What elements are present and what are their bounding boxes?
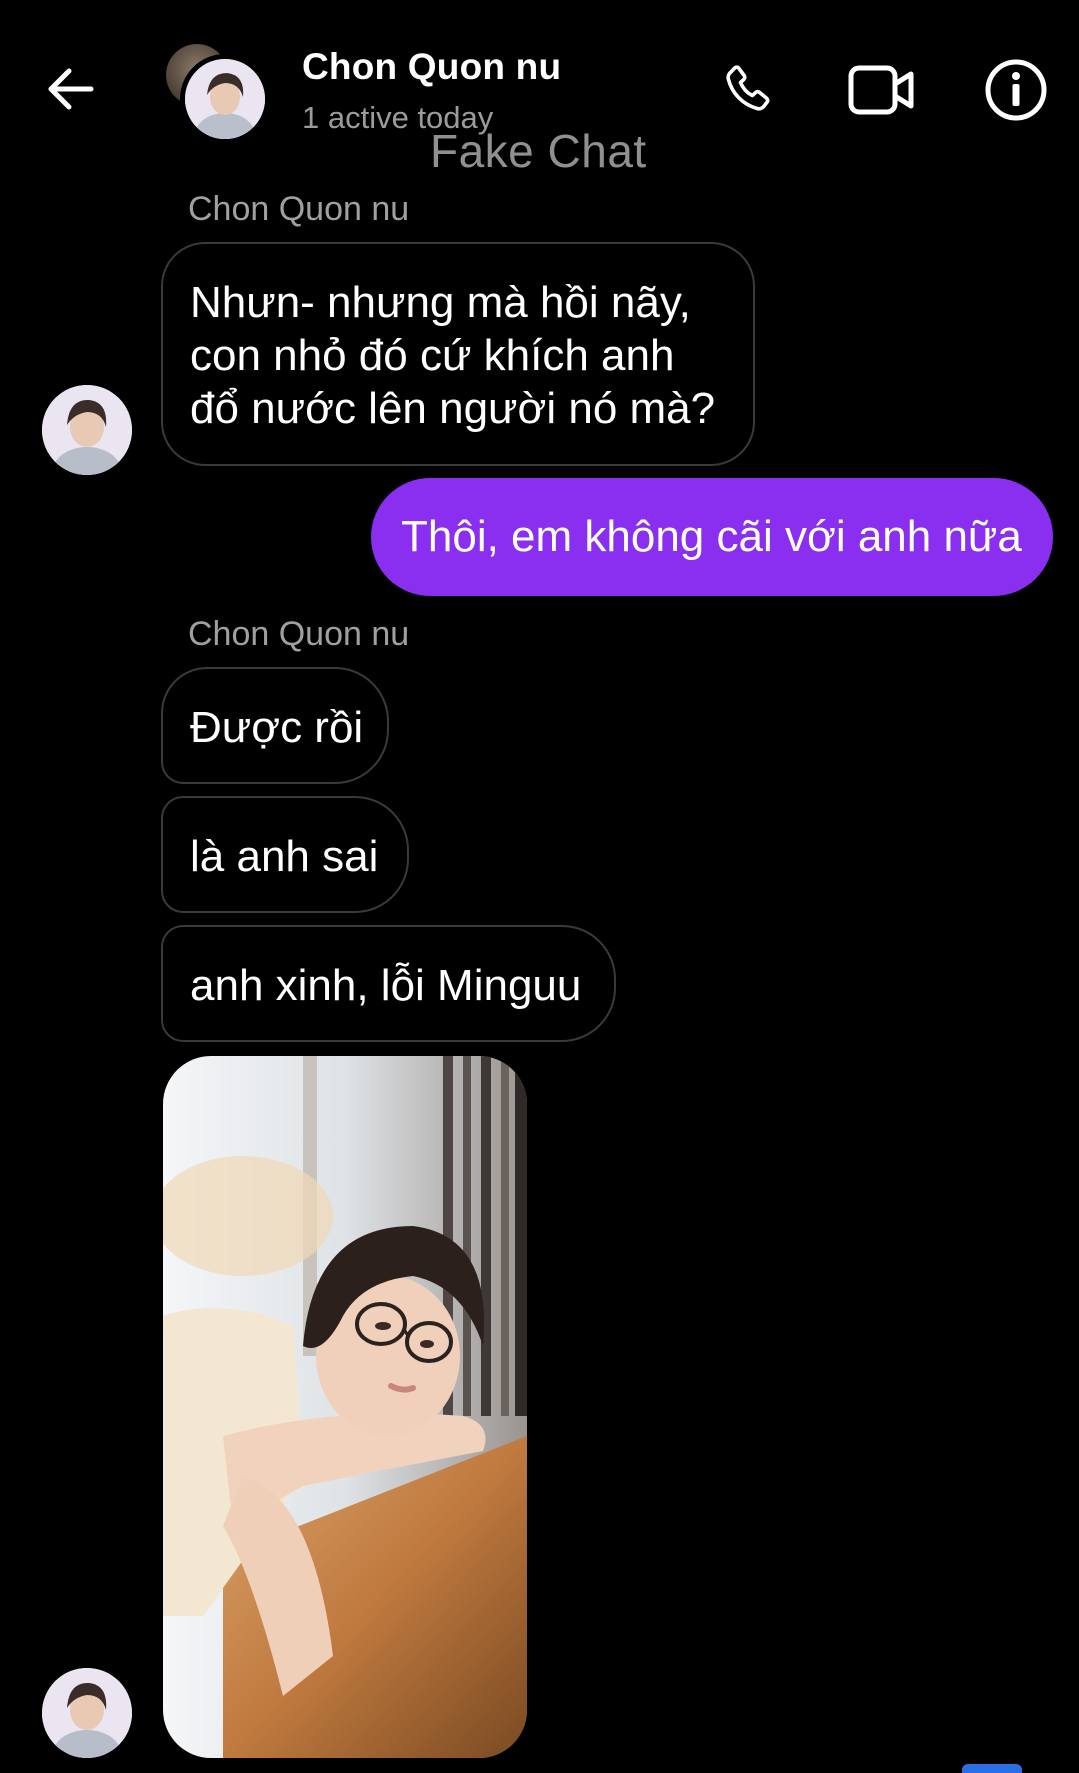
avatar-photo: [185, 59, 265, 139]
chat-header: Chon Quon nu 1 active today Fake Chat: [0, 0, 1079, 180]
avatar-photo: [42, 1668, 132, 1758]
sender-name-label: Chon Quon nu: [188, 190, 410, 228]
back-arrow-icon: [48, 68, 94, 110]
video-camera-icon: [848, 65, 914, 115]
message-text-line: con nhỏ đó cứ khích anh: [190, 331, 675, 380]
phone-icon: [726, 65, 770, 111]
outgoing-message-bubble[interactable]: Thôi, em không cãi với anh nữa: [371, 478, 1053, 596]
image-message[interactable]: [163, 1056, 527, 1758]
primary-avatar: [180, 54, 270, 144]
sender-avatar[interactable]: [42, 1668, 132, 1758]
back-button[interactable]: [40, 58, 102, 120]
incoming-message-bubble[interactable]: là anh sai: [161, 796, 409, 913]
attached-photo: [163, 1056, 527, 1758]
sender-name-label: Chon Quon nu: [188, 615, 410, 653]
info-icon: [985, 59, 1047, 121]
message-text: Được rồi: [190, 703, 364, 752]
info-button[interactable]: [980, 54, 1052, 126]
message-text-line: Nhưn- nhưng mà hồi nãy,: [190, 278, 691, 327]
incoming-message-bubble[interactable]: anh xinh, lỗi Minguu: [161, 925, 616, 1042]
watermark-text: Fake Chat: [430, 125, 647, 177]
voice-call-button[interactable]: [712, 54, 784, 126]
incoming-message-bubble[interactable]: Được rồi: [161, 667, 389, 784]
avatar-photo: [42, 385, 132, 475]
message-text: là anh sai: [190, 832, 379, 881]
message-text: anh xinh, lỗi Minguu: [190, 961, 582, 1010]
incoming-message-bubble[interactable]: Nhưn- nhưng mà hồi nãy, con nhỏ đó cứ kh…: [161, 242, 755, 466]
contact-name[interactable]: Chon Quon nu: [302, 46, 561, 88]
message-text: Thôi, em không cãi với anh nữa: [401, 512, 1022, 561]
contact-avatar[interactable]: [162, 40, 270, 144]
video-call-button[interactable]: [846, 54, 918, 126]
sender-avatar[interactable]: [42, 385, 132, 475]
scroll-to-bottom-indicator[interactable]: [962, 1764, 1022, 1773]
message-text-line: đổ nước lên người nó mà?: [190, 384, 716, 433]
